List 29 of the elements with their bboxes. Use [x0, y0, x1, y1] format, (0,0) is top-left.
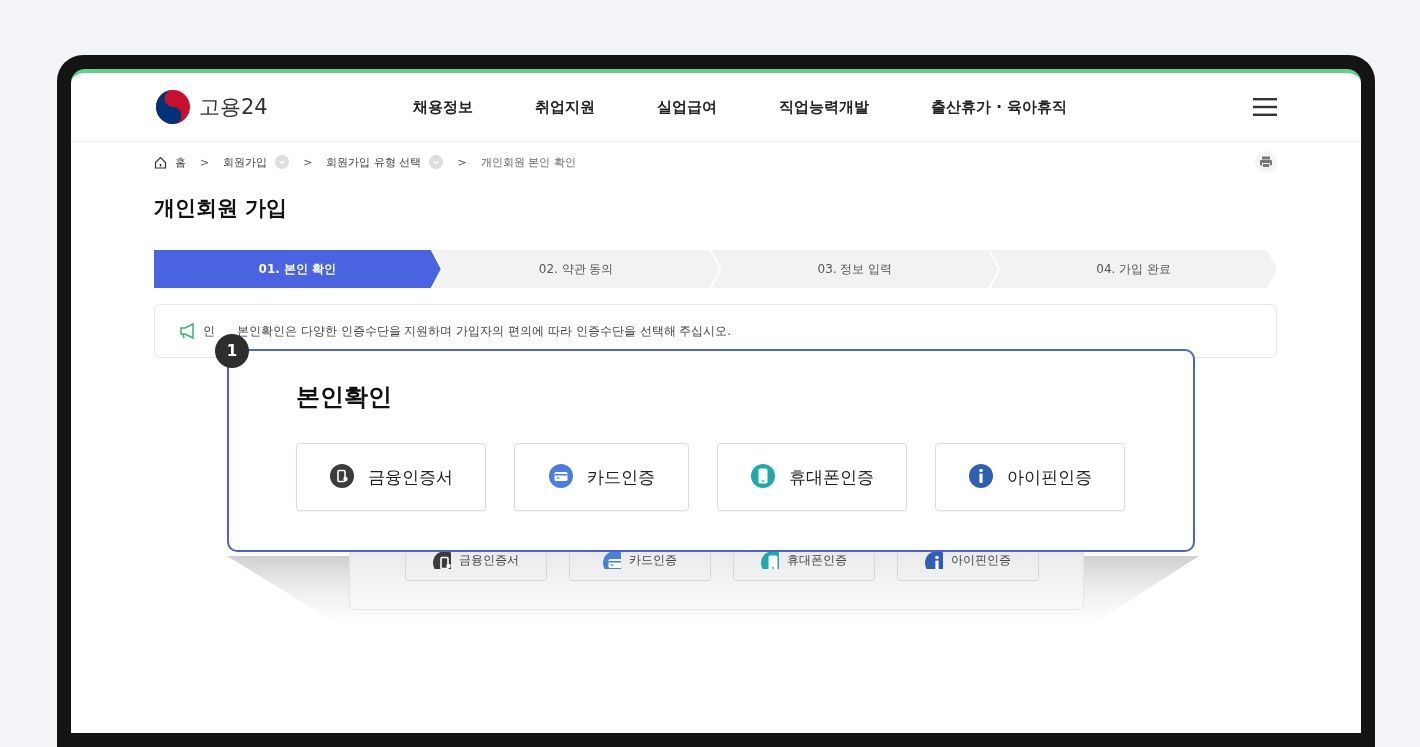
- home-icon: [154, 155, 167, 169]
- print-icon[interactable]: [1255, 151, 1277, 173]
- page-title: 개인회원 가입: [154, 195, 289, 222]
- callout-title: 본인확인: [296, 382, 393, 413]
- phone-icon: [750, 464, 777, 490]
- verification-button[interactable]: 아이핀인증: [935, 443, 1125, 511]
- nav-link[interactable]: 실업급여: [657, 97, 717, 117]
- card-icon: [548, 464, 575, 490]
- notice-label: 인: [203, 322, 215, 340]
- logo-text[interactable]: 고용24: [199, 93, 268, 121]
- verification-button[interactable]: 휴대폰인증: [717, 443, 907, 511]
- breadcrumb-link[interactable]: 회원가입 유형 선택: [326, 154, 422, 170]
- breadcrumb-separator: >: [457, 155, 467, 169]
- breadcrumb-link[interactable]: 회원가입: [223, 154, 268, 170]
- breadcrumb-separator: >: [303, 155, 313, 169]
- nav-link[interactable]: 출산휴가 · 육아휴직: [931, 97, 1068, 117]
- certificate-icon: [329, 464, 356, 490]
- emblem-icon: [155, 89, 191, 125]
- breadcrumb-link[interactable]: 개인회원 본인 확인: [480, 154, 576, 170]
- nav-link[interactable]: 취업지원: [535, 97, 595, 117]
- nav-link[interactable]: 채용정보: [413, 97, 473, 117]
- breadcrumb-separator: >: [200, 155, 210, 169]
- verification-button[interactable]: 카드인증: [514, 443, 689, 511]
- megaphone-icon: [179, 322, 195, 340]
- menu-icon[interactable]: [1253, 98, 1277, 116]
- breadcrumb-link[interactable]: 홈: [175, 154, 186, 170]
- verification-button[interactable]: 금융인증서: [296, 443, 486, 511]
- info-icon: [968, 464, 995, 490]
- nav-link[interactable]: 직업능력개발: [779, 97, 869, 117]
